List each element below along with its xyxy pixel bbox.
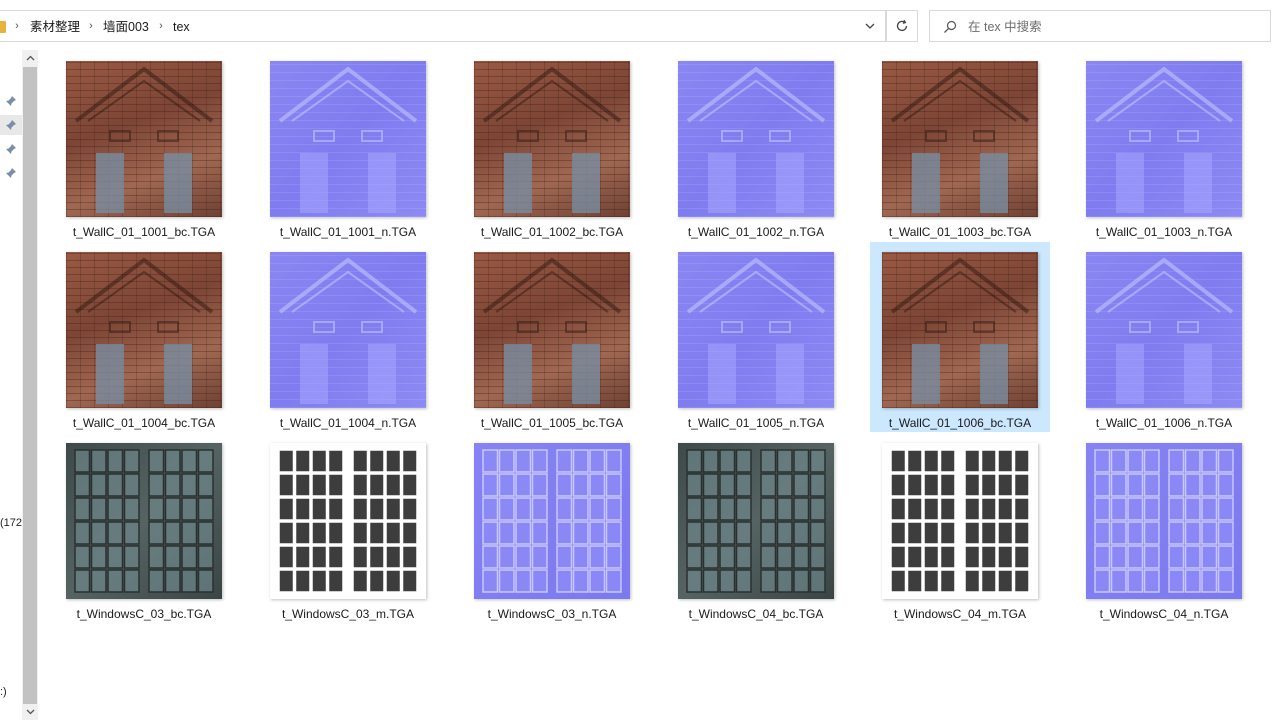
search-icon <box>944 20 957 33</box>
address-dropdown-button[interactable] <box>855 11 885 41</box>
navigation-pane: (172 :) <box>0 50 22 720</box>
file-thumbnail <box>66 252 222 408</box>
nav-item-fragment[interactable]: (172 <box>0 517 22 529</box>
file-name: t_WallC_01_1001_n.TGA <box>279 225 417 239</box>
pin-icon[interactable] <box>5 119 17 131</box>
scroll-down-button[interactable] <box>22 704 38 720</box>
file-item[interactable]: t_WallC_01_1003_bc.TGA <box>870 51 1050 241</box>
file-name: t_WallC_01_1002_n.TGA <box>687 225 825 239</box>
file-name: t_WindowsC_03_bc.TGA <box>76 607 212 621</box>
chevron-down-icon <box>26 709 34 715</box>
file-thumbnail <box>270 443 426 599</box>
chevron-right-icon[interactable]: › <box>12 19 22 33</box>
pin-icon[interactable] <box>5 143 17 155</box>
file-name: t_WindowsC_03_n.TGA <box>487 607 617 621</box>
chevron-right-icon[interactable]: › <box>156 19 166 33</box>
file-name: t_WallC_01_1004_bc.TGA <box>72 416 216 430</box>
file-name: t_WindowsC_04_bc.TGA <box>688 607 824 621</box>
address-bar[interactable]: › 素材整理 › 墙面003 › tex <box>0 10 886 42</box>
vertical-scrollbar[interactable] <box>22 50 38 720</box>
file-item[interactable]: t_WallC_01_1004_n.TGA <box>258 242 438 432</box>
chevron-up-icon <box>26 55 34 61</box>
file-thumbnail <box>1086 443 1242 599</box>
file-item[interactable]: t_WindowsC_04_n.TGA <box>1074 433 1254 623</box>
file-item[interactable]: t_WallC_01_1006_n.TGA <box>1074 242 1254 432</box>
file-name: t_WallC_01_1003_bc.TGA <box>888 225 1032 239</box>
file-name: t_WallC_01_1001_bc.TGA <box>72 225 216 239</box>
file-grid: t_WallC_01_1001_bc.TGA t_WallC_01_1001_n.… <box>38 50 1280 720</box>
chevron-down-icon <box>865 23 875 29</box>
file-item[interactable]: t_WallC_01_1003_n.TGA <box>1074 51 1254 241</box>
scroll-up-button[interactable] <box>22 50 38 66</box>
file-name: t_WallC_01_1005_n.TGA <box>687 416 825 430</box>
file-name: t_WallC_01_1006_n.TGA <box>1095 416 1233 430</box>
search-box[interactable] <box>929 10 1271 42</box>
pin-icon[interactable] <box>5 167 17 179</box>
file-thumbnail <box>66 61 222 217</box>
scroll-thumb[interactable] <box>23 67 37 718</box>
file-thumbnail <box>1086 252 1242 408</box>
file-item[interactable]: t_WallC_01_1004_bc.TGA <box>54 242 234 432</box>
file-item[interactable]: t_WallC_01_1005_bc.TGA <box>462 242 642 432</box>
file-thumbnail <box>66 443 222 599</box>
file-item[interactable]: t_WallC_01_1006_bc.TGA <box>870 242 1050 432</box>
file-thumbnail <box>882 252 1038 408</box>
file-name: t_WallC_01_1002_bc.TGA <box>480 225 624 239</box>
file-thumbnail <box>1086 61 1242 217</box>
file-thumbnail <box>678 252 834 408</box>
file-thumbnail <box>270 61 426 217</box>
file-name: t_WallC_01_1005_bc.TGA <box>480 416 624 430</box>
toolbar: › 素材整理 › 墙面003 › tex <box>0 0 1280 50</box>
chevron-right-icon[interactable]: › <box>86 19 96 33</box>
file-item[interactable]: t_WindowsC_03_m.TGA <box>258 433 438 623</box>
file-item[interactable]: t_WallC_01_1001_bc.TGA <box>54 51 234 241</box>
file-item[interactable]: t_WindowsC_04_bc.TGA <box>666 433 846 623</box>
file-item[interactable]: t_WallC_01_1002_n.TGA <box>666 51 846 241</box>
refresh-button[interactable] <box>886 10 918 42</box>
file-thumbnail <box>678 443 834 599</box>
file-thumbnail <box>882 61 1038 217</box>
file-item[interactable]: t_WallC_01_1005_n.TGA <box>666 242 846 432</box>
file-name: t_WallC_01_1004_n.TGA <box>279 416 417 430</box>
search-input[interactable] <box>968 17 1258 37</box>
file-item[interactable]: t_WindowsC_03_bc.TGA <box>54 433 234 623</box>
file-item[interactable]: t_WallC_01_1002_bc.TGA <box>462 51 642 241</box>
file-thumbnail <box>474 252 630 408</box>
refresh-icon <box>896 19 908 32</box>
file-thumbnail <box>882 443 1038 599</box>
file-thumbnail <box>474 443 630 599</box>
file-name: t_WindowsC_03_m.TGA <box>281 607 415 621</box>
file-thumbnail <box>678 61 834 217</box>
breadcrumb-item[interactable]: 素材整理 <box>30 19 80 35</box>
file-name: t_WallC_01_1006_bc.TGA <box>888 416 1032 430</box>
pin-icon[interactable] <box>5 95 17 107</box>
breadcrumb-item[interactable]: tex <box>173 19 190 35</box>
folder-icon <box>0 21 6 33</box>
file-name: t_WallC_01_1003_n.TGA <box>1095 225 1233 239</box>
file-name: t_WindowsC_04_n.TGA <box>1099 607 1229 621</box>
file-thumbnail <box>474 61 630 217</box>
breadcrumb-item[interactable]: 墙面003 <box>103 19 149 35</box>
file-item[interactable]: t_WallC_01_1001_n.TGA <box>258 51 438 241</box>
file-name: t_WindowsC_04_m.TGA <box>893 607 1027 621</box>
nav-item-fragment[interactable]: :) <box>0 686 7 698</box>
file-thumbnail <box>270 252 426 408</box>
file-item[interactable]: t_WindowsC_04_m.TGA <box>870 433 1050 623</box>
file-item[interactable]: t_WindowsC_03_n.TGA <box>462 433 642 623</box>
